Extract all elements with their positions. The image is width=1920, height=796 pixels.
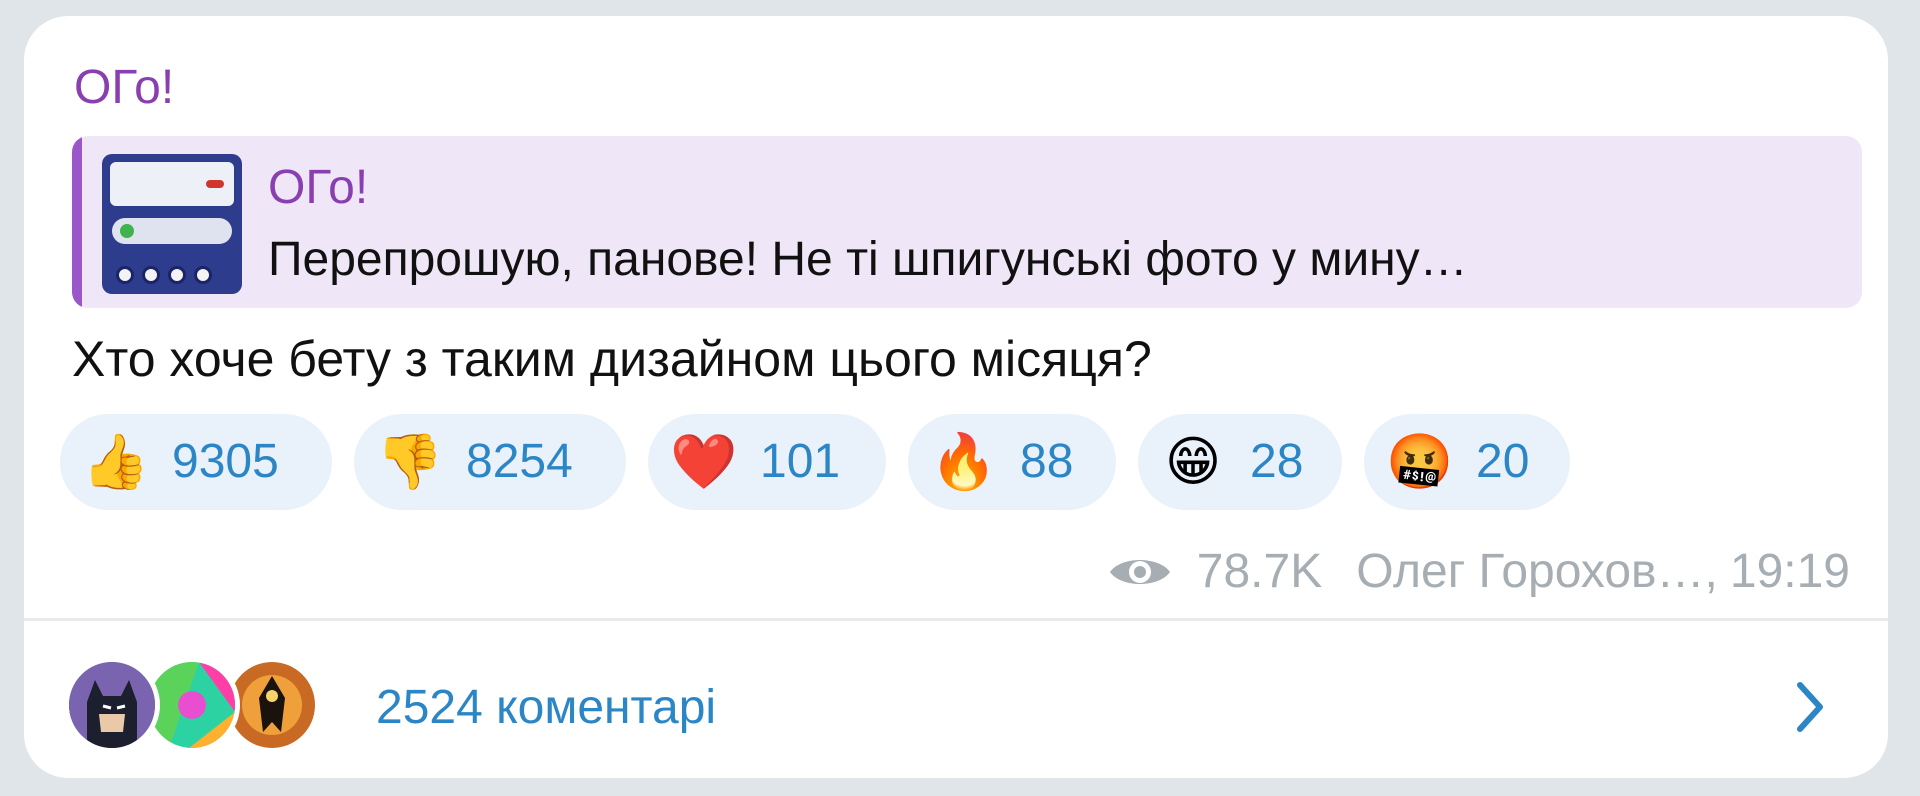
thumbnail-toggle: [112, 218, 232, 244]
reaction-thumbs-down[interactable]: 👎 8254: [354, 414, 626, 510]
reply-preview[interactable]: ОГо! Перепрошую, панове! Не ті шпигунськ…: [72, 136, 1862, 308]
reaction-cursing-face[interactable]: 🤬 20: [1364, 414, 1570, 510]
reaction-grin[interactable]: 😁 28: [1138, 414, 1342, 510]
reaction-heart[interactable]: ❤️ 101: [648, 414, 886, 510]
fire-icon: 🔥: [930, 432, 998, 492]
colorful-avatar-icon: [149, 662, 235, 748]
reply-author: ОГо!: [268, 161, 369, 214]
reaction-count: 88: [1020, 435, 1074, 488]
thumbnail-dots: [116, 266, 212, 284]
reaction-thumbs-up[interactable]: 👍 9305: [60, 414, 332, 510]
channel-post-bubble: ОГо! ОГо! Перепрошую, панове! Не ті шпиг…: [24, 16, 1888, 778]
batman-avatar-icon: [69, 662, 155, 748]
post-author: Олег Горохов…,: [1356, 545, 1718, 598]
message-text: Хто хоче бету з таким дизайном цього міс…: [72, 331, 1152, 387]
post-meta: 78.7K Олег Горохов…, 19:19: [1107, 548, 1850, 596]
view-count: 78.7K: [1196, 545, 1323, 598]
thumbnail-panel: [110, 162, 234, 206]
reaction-fire[interactable]: 🔥 88: [908, 414, 1116, 510]
chevron-right-icon: [1797, 682, 1823, 732]
reaction-count: 28: [1250, 435, 1304, 488]
heart-icon: ❤️: [670, 432, 738, 492]
reply-snippet: Перепрошую, панове! Не ті шпигунські фот…: [268, 233, 1468, 286]
dark-figure-avatar-icon: [229, 662, 315, 748]
comments-count-label: 2524 коментарі: [376, 681, 717, 734]
reaction-count: 9305: [172, 435, 279, 488]
channel-name[interactable]: ОГо!: [74, 64, 174, 112]
thumbs-down-icon: 👎: [376, 432, 444, 492]
cursing-face-icon: 🤬: [1386, 432, 1454, 492]
eye-icon: [1109, 560, 1170, 584]
comments-button[interactable]: 2524 коментарі: [24, 621, 1888, 771]
avatar: [64, 657, 160, 753]
grin-icon: 😁: [1164, 432, 1222, 492]
reply-accent-bar: [72, 136, 82, 308]
reaction-count: 20: [1476, 435, 1530, 488]
thumbs-up-icon: 👍: [82, 432, 150, 492]
reply-thumbnail: [102, 154, 242, 294]
reaction-count: 8254: [466, 435, 573, 488]
post-time: 19:19: [1729, 545, 1850, 598]
reaction-count: 101: [760, 435, 841, 488]
